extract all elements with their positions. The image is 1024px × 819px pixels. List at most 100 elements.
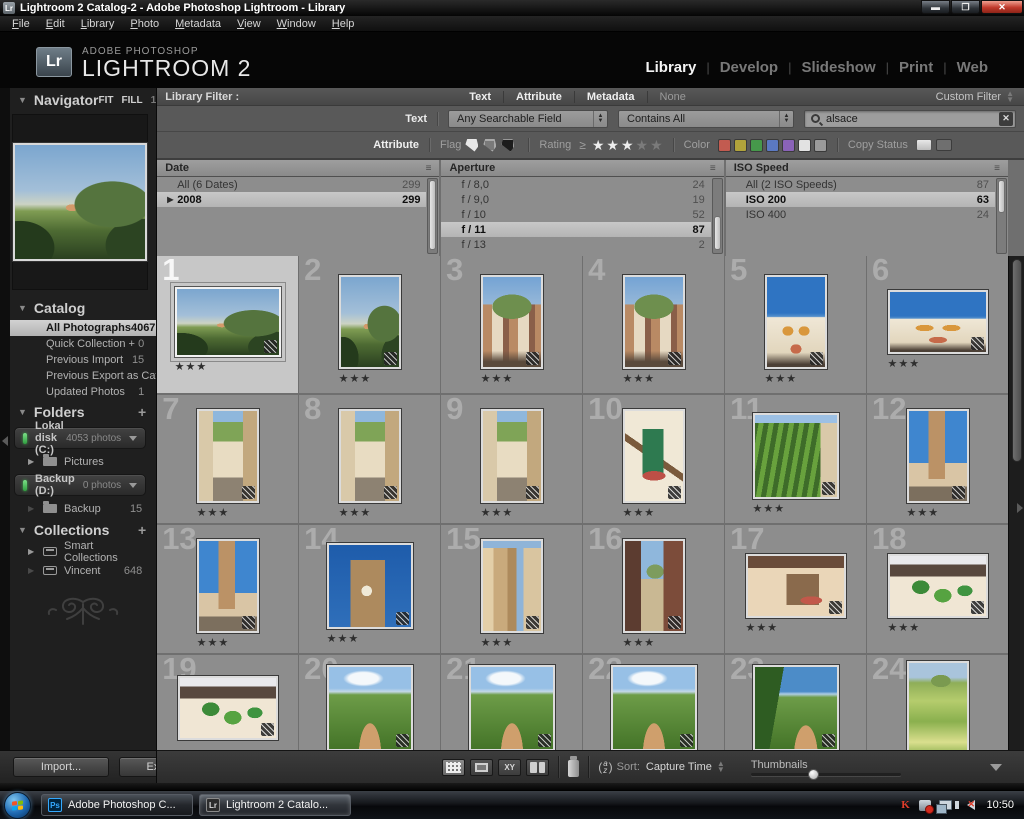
taskbar-clock[interactable]: 10:50 xyxy=(986,799,1014,811)
photo-thumbnail[interactable] xyxy=(339,409,401,503)
metadata-value-row[interactable]: ▶2008299 xyxy=(157,192,426,207)
photo-thumbnail[interactable] xyxy=(765,275,827,369)
photo-thumbnail[interactable] xyxy=(178,676,278,740)
grid-cell-22[interactable]: 22 xyxy=(583,655,724,750)
start-button[interactable] xyxy=(4,792,31,819)
grid-cell-12[interactable]: 12★★★ xyxy=(867,395,1008,523)
keyword-badge-icon[interactable] xyxy=(526,616,539,629)
grid-cell-4[interactable]: 4★★★ xyxy=(583,256,724,393)
photo-thumbnail[interactable] xyxy=(327,665,413,751)
keyword-badge-icon[interactable] xyxy=(668,486,681,499)
column-scrollbar[interactable] xyxy=(427,178,438,254)
export-button[interactable]: Export... xyxy=(119,757,157,777)
grid-cell-5[interactable]: 5★★★ xyxy=(725,256,866,393)
volume-muted-icon[interactable] xyxy=(967,800,975,810)
grid-cell-23[interactable]: 23 xyxy=(725,655,866,750)
color-swatch-2[interactable] xyxy=(750,139,763,152)
photo-thumbnail[interactable] xyxy=(907,661,969,751)
grid-cell-7[interactable]: 7★★★ xyxy=(157,395,298,523)
grid-cell-11[interactable]: 11★★★ xyxy=(725,395,866,523)
search-field-select[interactable]: Any Searchable Field ▲▼ xyxy=(448,110,608,128)
metadata-value-row[interactable]: f / 1052 xyxy=(441,207,710,222)
photo-thumbnail[interactable] xyxy=(746,554,846,618)
photo-thumbnail[interactable] xyxy=(907,409,969,503)
navigator-preview[interactable] xyxy=(12,114,148,290)
photo-thumbnail[interactable] xyxy=(327,543,413,629)
restore-button[interactable]: ❐ xyxy=(951,0,980,14)
menu-edit[interactable]: Edit xyxy=(46,18,65,30)
column-menu-icon[interactable]: ≡ xyxy=(994,163,1000,174)
column-scrollbar[interactable] xyxy=(996,178,1007,254)
grid-cell-24[interactable]: 24 xyxy=(867,655,1008,750)
menu-help[interactable]: Help xyxy=(332,18,355,30)
update-alert-icon[interactable] xyxy=(919,800,931,811)
minimize-button[interactable]: ▬ xyxy=(921,0,950,14)
photo-thumbnail[interactable] xyxy=(753,413,839,499)
keyword-badge-icon[interactable] xyxy=(264,340,277,353)
photo-thumbnail[interactable] xyxy=(753,665,839,751)
expand-triangle-icon[interactable]: ▶ xyxy=(28,547,36,556)
grid-view-button[interactable] xyxy=(442,759,465,776)
metadata-value-row[interactable]: f / 1187 xyxy=(441,222,710,237)
filter-tab-attribute[interactable]: Attribute xyxy=(504,91,574,103)
keyword-badge-icon[interactable] xyxy=(668,616,681,629)
clear-search-icon[interactable]: ✕ xyxy=(999,112,1013,126)
color-swatch-4[interactable] xyxy=(782,139,795,152)
photo-thumbnail[interactable] xyxy=(481,275,543,369)
column-scrollbar-thumb[interactable] xyxy=(429,180,436,250)
collection-item-smart-collections[interactable]: ▶Smart Collections xyxy=(10,542,156,561)
module-web[interactable]: Web xyxy=(957,59,988,76)
toolbar-options-icon[interactable] xyxy=(990,764,1002,771)
keyword-badge-icon[interactable] xyxy=(668,352,681,365)
grid-cell-3[interactable]: 3★★★ xyxy=(441,256,582,393)
module-library[interactable]: Library xyxy=(645,59,696,76)
menu-window[interactable]: Window xyxy=(277,18,316,30)
rating-operator[interactable]: ≥ xyxy=(579,138,586,152)
copy-status-original-icon[interactable] xyxy=(936,139,952,151)
color-swatch-5[interactable] xyxy=(798,139,811,152)
grid-cell-6[interactable]: 6★★★ xyxy=(867,256,1008,393)
collapse-right-icon[interactable] xyxy=(1017,503,1023,513)
grid-cell-1[interactable]: 1★★★ xyxy=(157,256,298,393)
thumbnail-size-slider[interactable] xyxy=(751,773,901,776)
column-menu-icon[interactable]: ≡ xyxy=(426,163,432,174)
antivirus-icon[interactable]: K xyxy=(898,798,912,812)
filter-tab-none[interactable]: None xyxy=(648,91,698,103)
grid-cell-20[interactable]: 20 xyxy=(299,655,440,750)
keyword-badge-icon[interactable] xyxy=(526,486,539,499)
keyword-badge-icon[interactable] xyxy=(261,723,274,736)
grid-cell-17[interactable]: 17★★★ xyxy=(725,525,866,653)
metadata-column-header[interactable]: Aperture≡ xyxy=(441,160,723,177)
sort-direction-icon[interactable]: (az) xyxy=(598,760,612,774)
rating-star-icon[interactable]: ★ xyxy=(621,137,634,154)
grid-cell-15[interactable]: 15★★★ xyxy=(441,525,582,653)
loupe-view-button[interactable] xyxy=(470,759,493,776)
catalog-header[interactable]: ▼ Catalog xyxy=(10,296,156,320)
catalog-item-previous-export-as-catalog[interactable]: Previous Export as Catalog4 xyxy=(10,368,156,384)
collection-item-vincent[interactable]: ▶Vincent648 xyxy=(10,561,156,580)
search-input[interactable] xyxy=(824,112,999,126)
catalog-item-updated-photos[interactable]: Updated Photos1 xyxy=(10,384,156,400)
photo-thumbnail[interactable] xyxy=(611,665,697,751)
volume-backup-d-[interactable]: Backup (D:)0 photos xyxy=(14,474,146,496)
metadata-value-row[interactable]: All (6 Dates)299 xyxy=(157,177,426,192)
keyword-badge-icon[interactable] xyxy=(384,352,397,365)
column-scrollbar[interactable] xyxy=(712,178,723,254)
expand-triangle-icon[interactable]: ▶ xyxy=(28,566,36,575)
metadata-value-row[interactable]: ISO 40024 xyxy=(726,207,995,222)
keyword-badge-icon[interactable] xyxy=(680,734,693,747)
painter-spray-icon[interactable] xyxy=(568,760,579,777)
filter-tab-text[interactable]: Text xyxy=(457,91,503,103)
photo-thumbnail[interactable] xyxy=(175,287,281,357)
color-swatch-0[interactable] xyxy=(718,139,731,152)
photo-thumbnail[interactable] xyxy=(197,409,259,503)
keyword-badge-icon[interactable] xyxy=(971,337,984,350)
photo-thumbnail[interactable] xyxy=(339,275,401,369)
keyword-badge-icon[interactable] xyxy=(526,352,539,365)
keyword-badge-icon[interactable] xyxy=(538,734,551,747)
catalog-item-all-photographs[interactable]: All Photographs4067 xyxy=(10,320,156,336)
menu-photo[interactable]: Photo xyxy=(130,18,159,30)
search-mode-select[interactable]: Contains All ▲▼ xyxy=(618,110,794,128)
keyword-badge-icon[interactable] xyxy=(384,486,397,499)
add-folder-icon[interactable]: + xyxy=(138,404,146,420)
